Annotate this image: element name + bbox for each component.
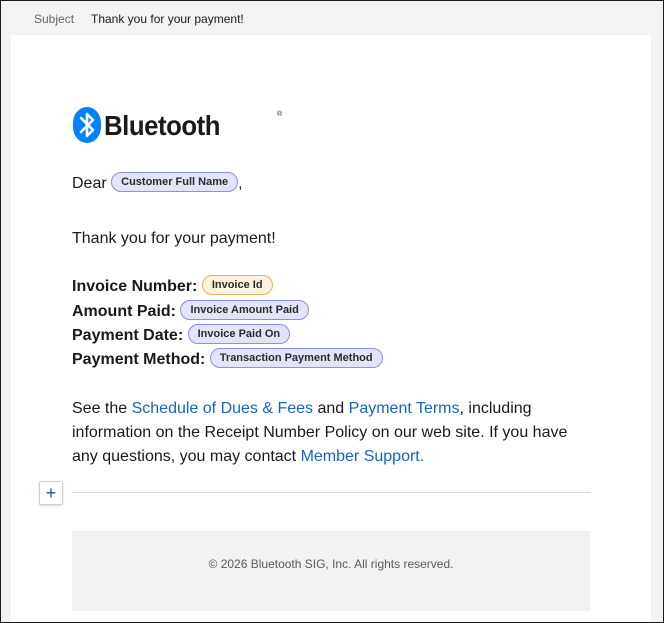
field-label: Payment Method:	[72, 351, 206, 368]
field-invoice-number: Invoice Number: Invoice Id	[72, 275, 273, 298]
merge-tag-invoice-paid-on[interactable]: Invoice Paid On	[187, 324, 291, 345]
registered-mark: ®	[277, 111, 283, 118]
paragraph-period: .	[419, 448, 425, 465]
greeting-prefix: Dear	[72, 175, 107, 192]
bluetooth-icon	[73, 107, 101, 143]
logo-wordmark: Bluetooth	[104, 110, 221, 141]
paragraph-text: and	[313, 400, 349, 417]
field-label: Invoice Number:	[72, 278, 198, 295]
thanks-line: Thank you for your payment!	[72, 230, 276, 247]
field-amount-paid: Amount Paid: Invoice Amount Paid	[72, 300, 309, 323]
member-support-link[interactable]: Member Support	[301, 448, 420, 465]
subject-field[interactable]: Thank you for your payment!	[91, 12, 244, 26]
merge-tag-transaction-payment-method[interactable]: Transaction Payment Method	[209, 348, 383, 369]
field-label: Payment Date:	[72, 327, 184, 344]
payment-terms-link[interactable]: Payment Terms	[349, 400, 460, 417]
email-editor-window: Subject Thank you for your payment! Blue…	[0, 0, 664, 623]
paragraph-text: See the	[72, 400, 132, 417]
schedule-of-dues-link[interactable]: Schedule of Dues & Fees	[132, 400, 313, 417]
field-payment-date: Payment Date: Invoice Paid On	[72, 324, 291, 347]
greeting-line: Dear Customer Full Name,	[72, 172, 243, 195]
subject-bar: Subject Thank you for your payment!	[11, 1, 651, 35]
greeting-suffix: ,	[238, 175, 243, 192]
add-block-button[interactable]: +	[39, 481, 63, 505]
merge-tag-invoice-id[interactable]: Invoice Id	[201, 275, 273, 296]
subject-label: Subject	[34, 12, 75, 26]
merge-tag-customer-full-name[interactable]: Customer Full Name	[111, 172, 239, 193]
info-paragraph: See the Schedule of Dues & Fees and Paym…	[72, 397, 592, 469]
field-payment-method: Payment Method: Transaction Payment Meth…	[72, 348, 383, 371]
footer: © 2026 Bluetooth SIG, Inc. All rights re…	[72, 531, 590, 611]
merge-tag-invoice-amount-paid[interactable]: Invoice Amount Paid	[180, 300, 309, 321]
divider	[72, 492, 591, 493]
field-label: Amount Paid:	[72, 303, 176, 320]
footer-copyright: © 2026 Bluetooth SIG, Inc. All rights re…	[208, 557, 454, 571]
email-body-canvas: Bluetooth ® Dear Customer Full Name, Tha…	[11, 35, 651, 622]
